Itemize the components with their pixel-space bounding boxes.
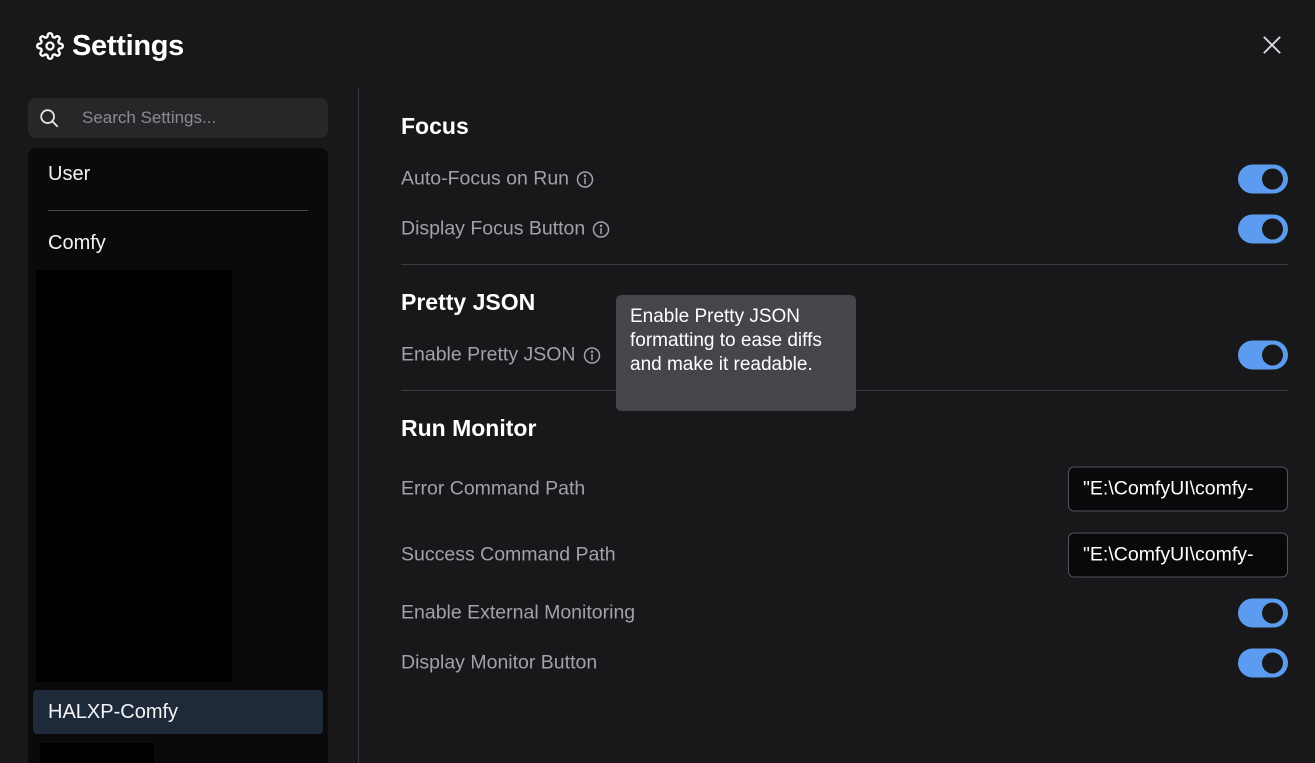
- toggle-knob: [1262, 602, 1283, 624]
- search-icon: [40, 109, 59, 128]
- setting-label: Success Command Path: [401, 543, 616, 566]
- section-title-focus: Focus: [401, 113, 469, 139]
- pretty-json-tooltip: Enable Pretty JSON formatting to ease di…: [616, 295, 856, 411]
- toggle-knob: [1262, 344, 1283, 366]
- sidebar-item-comfy[interactable]: Comfy: [48, 232, 106, 255]
- setting-label: Display Focus Button: [401, 218, 611, 241]
- setting-label: Enable External Monitoring: [401, 601, 636, 624]
- setting-label: Display Monitor Button: [401, 651, 598, 674]
- settings-dialog: Settings User Comfy HALXP-Comfy Focus Au…: [0, 0, 1315, 763]
- setting-row-auto-focus: Auto-Focus on Run: [401, 163, 1288, 195]
- section-title-run-monitor: Run Monitor: [401, 415, 537, 441]
- auto-focus-toggle[interactable]: [1238, 164, 1288, 194]
- setting-label-text: Auto-Focus on Run: [401, 167, 570, 190]
- setting-label: Auto-Focus on Run: [401, 168, 595, 191]
- panel-divider: [358, 88, 359, 763]
- setting-row-success-path: Success Command Path: [401, 532, 1288, 578]
- dialog-title: Settings: [72, 29, 184, 62]
- section-title-pretty-json: Pretty JSON: [401, 289, 536, 315]
- external-monitoring-toggle[interactable]: [1238, 598, 1288, 628]
- sidebar-item-halxp-comfy[interactable]: HALXP-Comfy: [33, 690, 323, 734]
- setting-row-external-monitoring: Enable External Monitoring: [401, 597, 1288, 629]
- setting-label-text: Enable Pretty JSON: [401, 343, 576, 366]
- redacted-block: [40, 743, 154, 763]
- redacted-block: [36, 270, 232, 682]
- search-input[interactable]: [82, 98, 322, 138]
- info-icon[interactable]: [575, 169, 595, 189]
- display-monitor-toggle[interactable]: [1238, 648, 1288, 678]
- info-icon[interactable]: [582, 345, 602, 365]
- toggle-knob: [1262, 652, 1283, 674]
- gear-icon: [36, 32, 64, 60]
- toggle-knob: [1262, 218, 1283, 240]
- pretty-json-toggle[interactable]: [1238, 340, 1288, 370]
- sidebar-divider: [48, 210, 308, 211]
- setting-label: Enable Pretty JSON: [401, 344, 602, 367]
- sidebar-item-user[interactable]: User: [48, 163, 90, 186]
- display-focus-toggle[interactable]: [1238, 214, 1288, 244]
- success-command-path-input[interactable]: [1068, 532, 1288, 578]
- settings-category-list: User Comfy HALXP-Comfy: [28, 148, 328, 763]
- setting-row-error-path: Error Command Path: [401, 466, 1288, 512]
- setting-row-display-focus: Display Focus Button: [401, 213, 1288, 245]
- error-command-path-input[interactable]: [1068, 466, 1288, 512]
- setting-label: Error Command Path: [401, 477, 586, 500]
- info-icon[interactable]: [591, 219, 611, 239]
- toggle-knob: [1262, 168, 1283, 190]
- setting-row-monitor-button: Display Monitor Button: [401, 647, 1288, 679]
- settings-search: [28, 98, 328, 138]
- setting-label-text: Display Focus Button: [401, 217, 586, 240]
- dialog-header: Settings: [36, 28, 184, 64]
- section-divider: [401, 264, 1288, 265]
